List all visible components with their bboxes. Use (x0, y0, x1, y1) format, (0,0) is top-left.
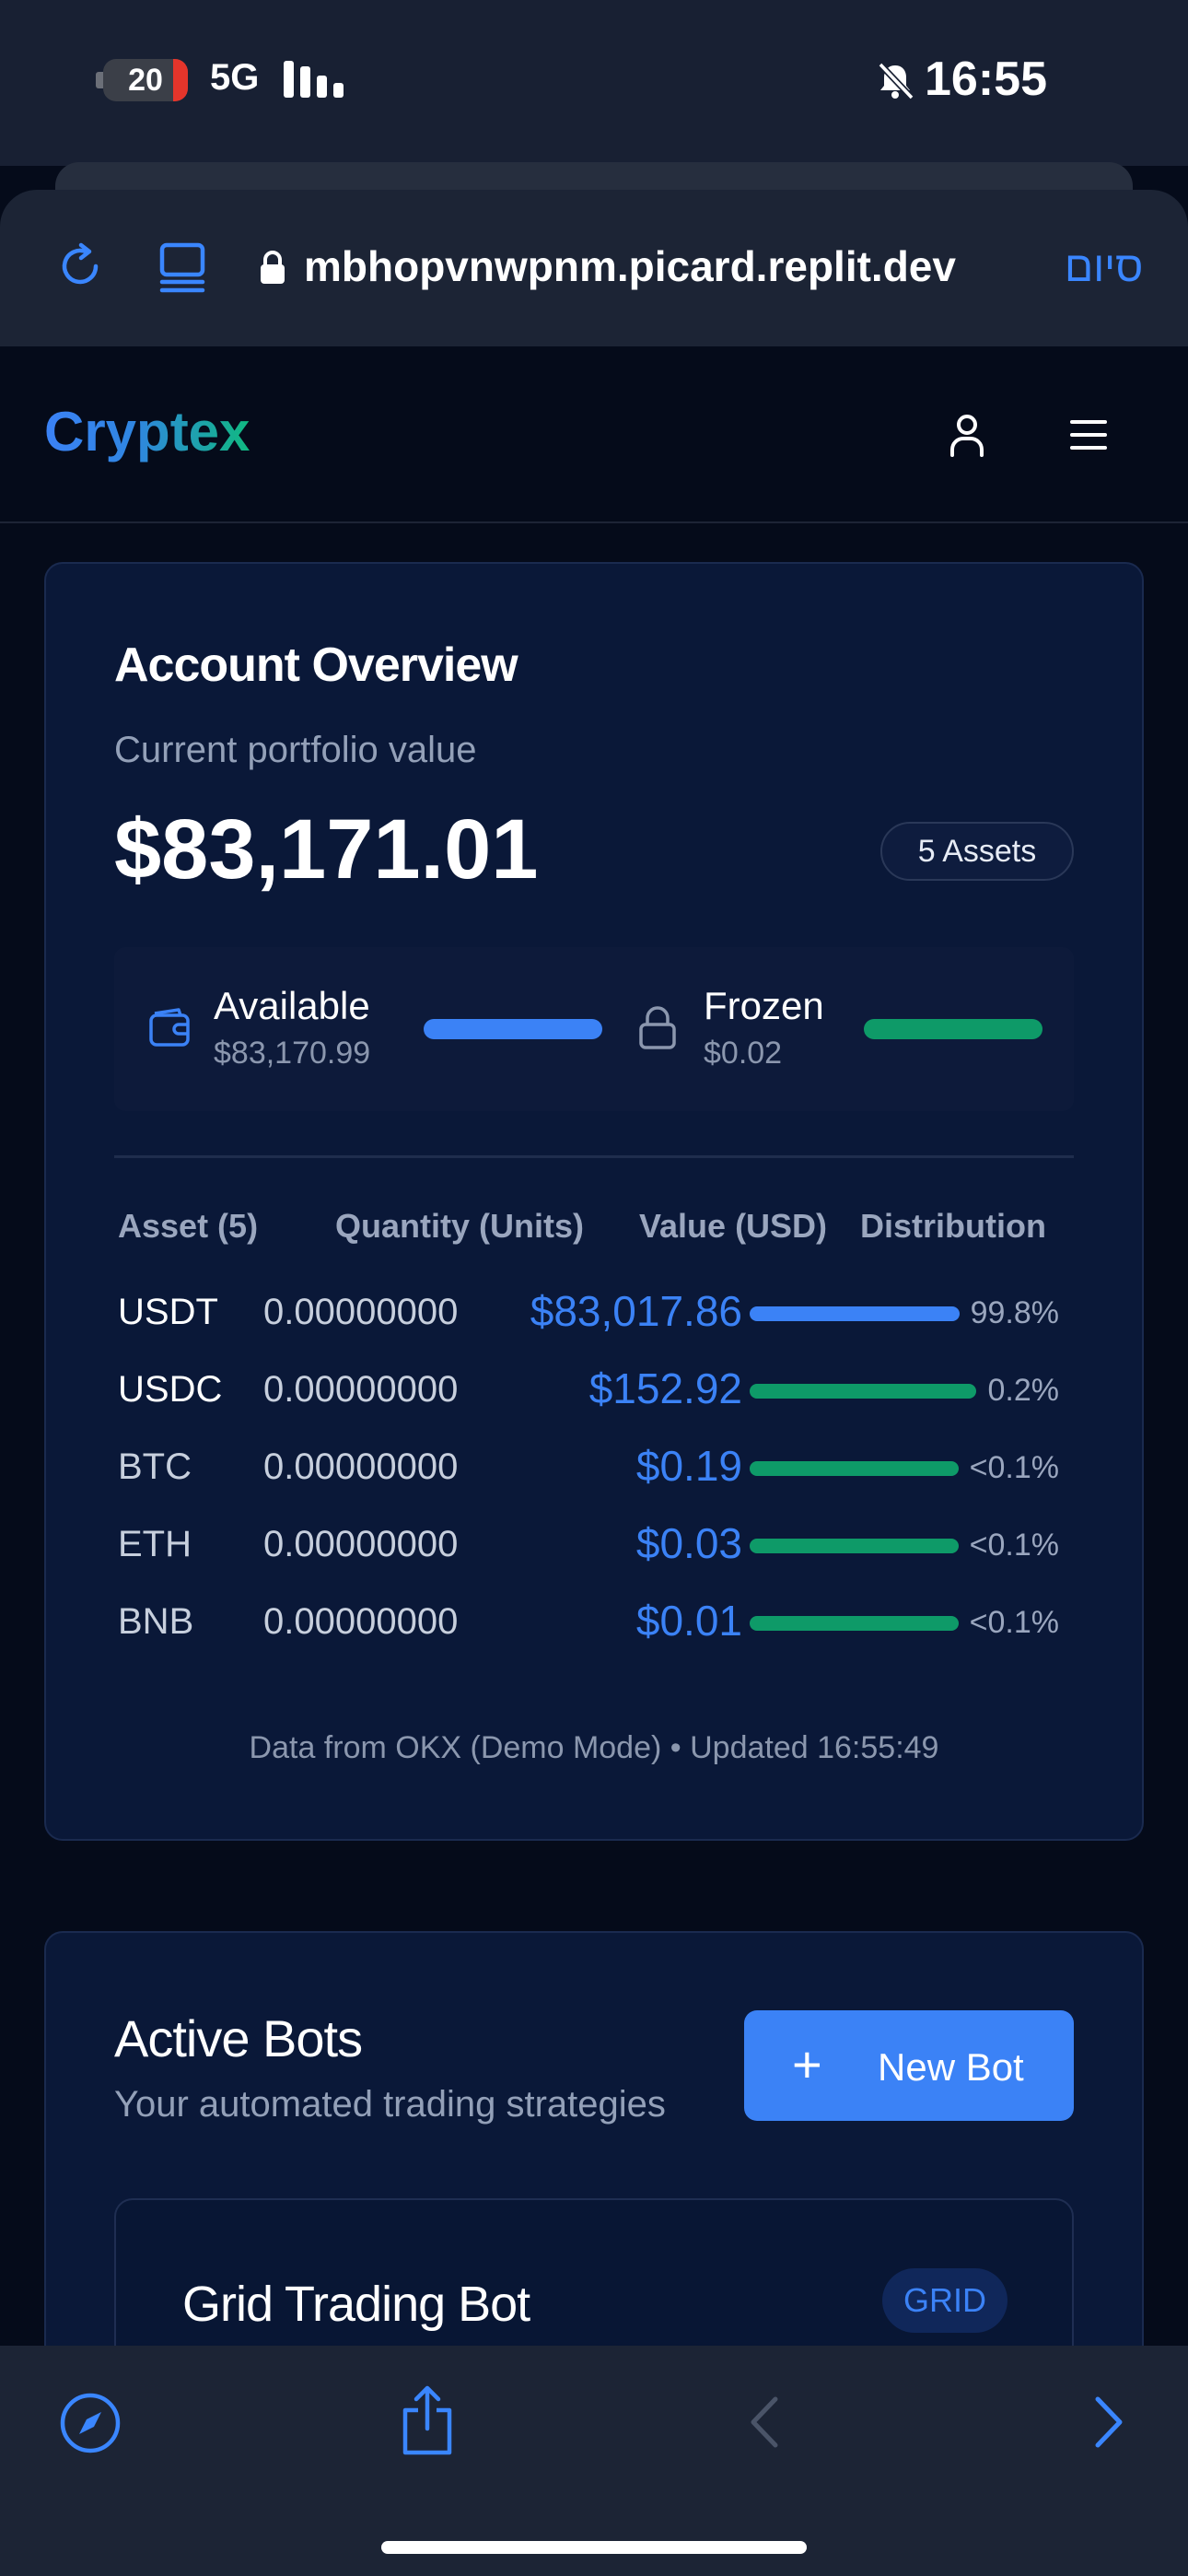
bot-name: Grid Trading Bot (182, 2277, 530, 2332)
overview-title: Account Overview (114, 638, 518, 692)
bots-subtitle: Your automated trading strategies (114, 2084, 666, 2125)
frozen-label: Frozen (704, 984, 824, 1027)
url-text[interactable]: mbhopvnwpnm.picard.replit.dev (304, 241, 956, 291)
frozen-bar (864, 1019, 1042, 1039)
back-icon (751, 2396, 778, 2448)
lock-icon (639, 1006, 676, 1049)
battery-nub (96, 72, 103, 88)
done-button[interactable]: סיום (1065, 241, 1143, 291)
distribution-pct: 99.8% (970, 1295, 1059, 1330)
distribution-bar (750, 1461, 959, 1476)
asset-symbol: BTC (118, 1446, 192, 1487)
overview-divider (114, 1155, 1074, 1158)
home-indicator (381, 2541, 807, 2554)
asset-symbol: BNB (118, 1601, 194, 1642)
menu-icon[interactable] (1065, 413, 1112, 457)
forward-icon[interactable] (1090, 2394, 1127, 2451)
plus-icon: + (792, 2035, 822, 2093)
distribution-pct: 0.2% (987, 1373, 1060, 1408)
new-bot-label: New Bot (878, 2045, 1024, 2089)
portfolio-value: $83,171.01 (114, 802, 539, 896)
frozen-value: $0.02 (704, 1036, 783, 1071)
asset-quantity: 0.00000000 (263, 1601, 459, 1642)
asset-value: $83,017.86 (530, 1287, 742, 1335)
col-header-value[interactable]: Value (USD) (639, 1207, 827, 1246)
asset-value: $152.92 (588, 1364, 742, 1412)
available-label: Available (214, 984, 370, 1027)
available-bar (424, 1019, 602, 1039)
bots-title: Active Bots (114, 2009, 363, 2067)
distribution-pct: <0.1% (969, 1605, 1059, 1640)
distribution-pct: <0.1% (969, 1450, 1059, 1485)
asset-value: $0.03 (635, 1519, 742, 1567)
available-value: $83,170.99 (214, 1036, 371, 1071)
asset-quantity: 0.00000000 (263, 1524, 459, 1564)
app-logo[interactable]: Cryptex (44, 400, 250, 463)
status-time: 16:55 (925, 53, 1047, 106)
data-source-footer: Data from OKX (Demo Mode) • Updated 16:5… (249, 1730, 939, 1765)
distribution-bar (750, 1306, 960, 1321)
asset-symbol: ETH (118, 1524, 192, 1564)
lock-icon (261, 251, 285, 284)
bot-type-badge: GRID (882, 2268, 1007, 2333)
compass-icon[interactable] (59, 2392, 122, 2454)
distribution-bar (750, 1384, 976, 1399)
distribution-pct: <0.1% (969, 1528, 1059, 1563)
overview-subtitle: Current portfolio value (114, 730, 477, 770)
signal-icon (284, 61, 348, 98)
col-header-distribution[interactable]: Distribution (860, 1207, 1046, 1246)
asset-quantity: 0.00000000 (263, 1446, 459, 1487)
distribution-bar (750, 1616, 959, 1631)
silent-bell-icon (878, 62, 914, 100)
tabs-icon[interactable] (157, 241, 208, 295)
asset-value: $0.19 (635, 1442, 742, 1490)
distribution-bar (750, 1539, 959, 1553)
network-type: 5G (210, 57, 260, 98)
asset-quantity: 0.00000000 (263, 1369, 459, 1410)
asset-quantity: 0.00000000 (263, 1292, 459, 1332)
asset-value: $0.01 (635, 1597, 742, 1645)
col-header-quantity[interactable]: Quantity (Units) (335, 1207, 584, 1246)
assets-count-badge: 5 Assets (880, 822, 1074, 881)
new-bot-button[interactable]: + New Bot (744, 2010, 1074, 2121)
battery-level: 20 (128, 63, 163, 98)
reload-icon[interactable] (53, 240, 107, 293)
asset-symbol: USDT (118, 1292, 218, 1332)
wallet-icon (149, 1008, 190, 1047)
share-icon[interactable] (398, 2384, 457, 2458)
col-header-asset[interactable]: Asset (5) (118, 1207, 258, 1246)
user-icon[interactable] (943, 411, 991, 459)
battery-icon: 20 (103, 59, 188, 101)
asset-symbol: USDC (118, 1369, 223, 1410)
